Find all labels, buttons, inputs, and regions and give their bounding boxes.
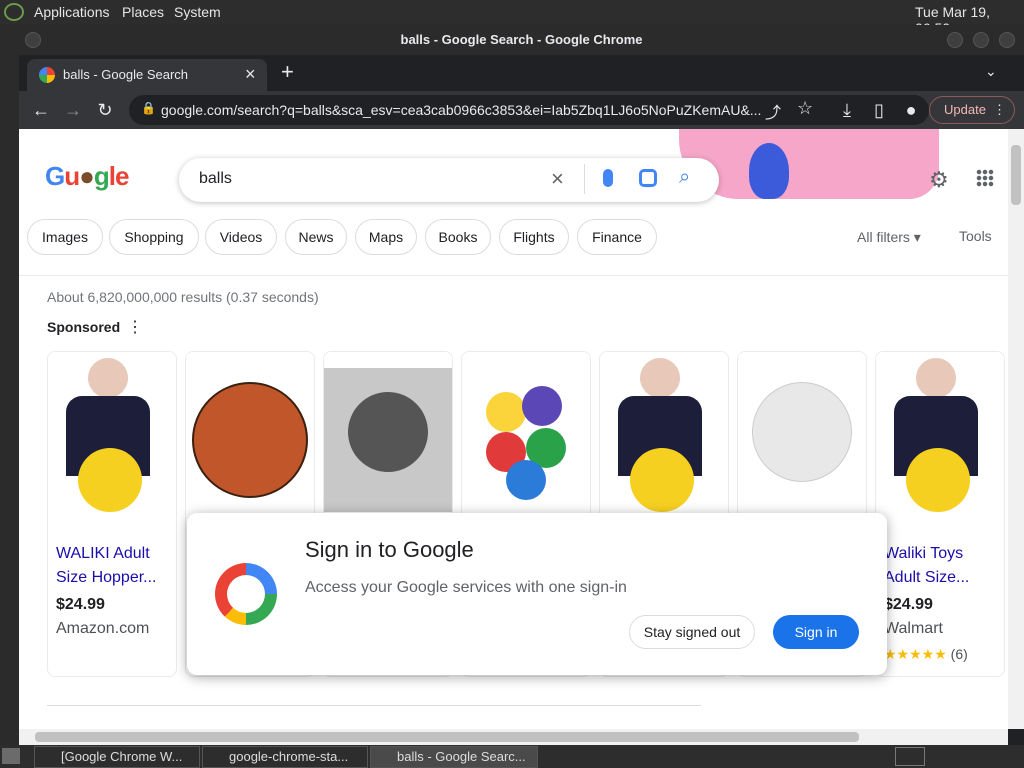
lock-icon[interactable]: 🔒 [141,101,156,115]
product-rating: ★★★★★ (6) [884,646,968,663]
sign-in-button[interactable]: Sign in [773,615,859,649]
tab-title: balls - Google Search [63,67,189,82]
menu-applications[interactable]: Applications [34,4,110,20]
page-content: Gu●gle balls × ⌕ ⚙ Images Shopping Videos N… [19,129,1008,729]
close-window-icon[interactable] [999,32,1015,48]
search-icon[interactable]: ⌕ [679,166,690,189]
product-image[interactable] [738,352,866,512]
mic-icon[interactable] [603,169,613,187]
all-filters-label: All filters [857,229,910,245]
product-title[interactable]: WALIKI Adult Size Hopper... [56,542,170,590]
chrome-window: balls - Google Search - Google Chrome ba… [19,25,1024,745]
scroll-thumb[interactable] [1011,145,1021,205]
share-icon[interactable]: ⤴ [765,99,781,123]
show-desktop-icon[interactable] [2,748,20,764]
product-title[interactable]: Waliki Toys Adult Size... [884,542,998,590]
task-balls-search[interactable]: balls - Google Searc... [370,746,538,768]
product-image[interactable] [600,352,728,512]
product-image[interactable] [462,352,590,512]
search-box[interactable]: balls × ⌕ [179,158,719,202]
product-card[interactable]: Waliki Toys Adult Size... $24.99 Walmart ★★… [875,351,1005,677]
settings-gear-icon[interactable]: ⚙ [929,167,949,193]
update-button[interactable]: Update ⋮ [929,96,1015,124]
all-filters-button[interactable]: All filters ▾ [857,229,921,246]
product-store: Walmart [884,620,943,637]
tab-close-icon[interactable]: × [245,64,256,85]
filter-chip-flights[interactable]: Flights [499,219,569,255]
divider [584,164,585,194]
filter-chip-images[interactable]: Images [27,219,103,255]
reload-icon[interactable]: ↻ [93,98,117,122]
filter-chip-shopping[interactable]: Shopping [109,219,199,255]
task-terminal[interactable]: google-chrome-sta... [202,746,368,768]
google-favicon-icon [39,67,55,83]
tools-button[interactable]: Tools [959,228,992,244]
profile-icon[interactable]: ● [899,98,923,122]
vertical-scrollbar[interactable] [1008,129,1024,729]
url-text[interactable]: google.com/search?q=balls&sca_esv=cea3ca… [161,102,761,118]
tab-search-chevron-icon[interactable]: ⌄ [985,63,997,80]
rating-count: (6) [950,646,968,662]
back-icon[interactable]: ← [29,98,53,122]
filter-chip-news[interactable]: News [285,219,347,255]
more-options-icon[interactable]: ⋮ [127,317,143,337]
top-panel: Applications Places System Tue Mar 19, 0… [0,0,1024,36]
scroll-thumb[interactable] [35,732,859,742]
product-image[interactable] [876,352,1004,512]
download-icon[interactable]: ⤓ [835,98,859,122]
clear-icon[interactable]: × [551,166,564,192]
taskbar: [Google Chrome W... google-chrome-sta...… [0,745,1024,768]
maximize-icon[interactable] [973,32,989,48]
task-chrome-w[interactable]: [Google Chrome W... [34,746,200,768]
distro-logo-icon[interactable] [4,3,24,21]
update-label: Update [944,102,986,117]
window-menu-icon[interactable] [25,32,41,48]
filter-chip-maps[interactable]: Maps [355,219,417,255]
product-store: Amazon.com [56,620,150,637]
doodle-banner [679,129,939,199]
browser-toolbar: ← → ↻ 🔒 google.com/search?q=balls&sca_es… [19,91,1024,129]
google-logo[interactable]: Gu●gle [45,161,129,192]
window-titlebar[interactable]: balls - Google Search - Google Chrome [19,25,1024,55]
product-image[interactable] [324,352,452,512]
divider [47,705,701,706]
sponsored-label: Sponsored [47,319,121,335]
google-g-logo-icon [215,563,277,625]
stay-signed-out-button[interactable]: Stay signed out [629,615,755,649]
filter-chip-books[interactable]: Books [425,219,491,255]
result-stats: About 6,820,000,000 results (0.37 second… [47,289,319,305]
star-rating-icon: ★★★★★ [884,646,947,662]
forward-icon[interactable]: → [61,98,85,122]
lens-icon[interactable] [639,169,657,187]
horizontal-scrollbar[interactable] [19,729,1008,745]
new-tab-icon[interactable]: + [281,59,294,85]
bookmark-star-icon[interactable]: ☆ [797,98,813,119]
product-image[interactable] [186,352,314,512]
dialog-title: Sign in to Google [305,537,474,562]
tab-active[interactable]: balls - Google Search × [27,59,267,91]
menu-system[interactable]: System [174,4,221,20]
minimize-icon[interactable] [947,32,963,48]
filter-chip-videos[interactable]: Videos [205,219,277,255]
divider [19,275,1008,276]
sign-in-dialog: Sign in to Google Access your Google ser… [187,513,887,675]
search-input[interactable]: balls [199,170,232,188]
address-bar[interactable]: 🔒 google.com/search?q=balls&sca_esv=cea3… [129,95,929,125]
menu-places[interactable]: Places [122,4,164,20]
product-price: $24.99 [56,596,105,613]
product-price: $24.99 [884,596,933,613]
window-title: balls - Google Search - Google Chrome [400,32,643,47]
doodle-bird [749,143,789,199]
tab-strip: balls - Google Search × + ⌄ [19,55,1024,91]
product-card[interactable]: WALIKI Adult Size Hopper... $24.99 Amazon.… [47,351,177,677]
filter-chip-finance[interactable]: Finance [577,219,657,255]
chrome-tray-icon[interactable] [895,747,925,766]
apps-grid-icon[interactable] [976,169,994,187]
side-panel-icon[interactable]: ▯ [867,98,891,122]
product-image[interactable] [48,352,176,512]
dialog-subtitle: Access your Google services with one sig… [305,579,627,596]
